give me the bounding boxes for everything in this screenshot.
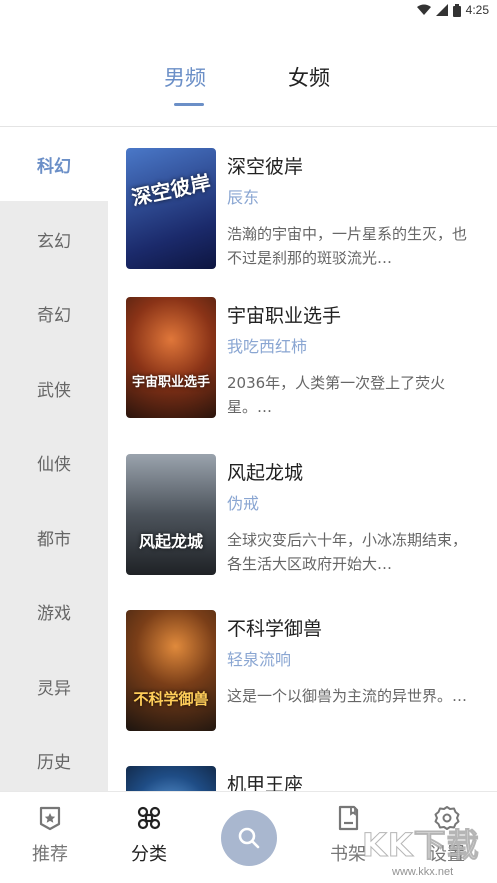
- book-description: 2036年，人类第一次登上了荧火星。…: [227, 374, 446, 416]
- category-item-wuxia[interactable]: 武侠: [0, 351, 108, 425]
- book-description: 全球灾变后六十年，小冰冻期结束，各生活大区政府开始大…: [227, 531, 468, 573]
- category-item-dushi[interactable]: 都市: [0, 500, 108, 574]
- cover-title: 风起龙城: [138, 532, 203, 551]
- category-item-xianxia[interactable]: 仙侠: [0, 425, 108, 499]
- nav-label: 分类: [131, 844, 167, 865]
- book-title: 机甲王座: [227, 774, 304, 791]
- gear-icon: [434, 806, 460, 830]
- category-item-xuanhuan[interactable]: 玄幻: [0, 202, 108, 276]
- active-tab-indicator: [174, 103, 204, 106]
- book-cover: 不科学御兽: [126, 610, 216, 731]
- book-title: 不科学御兽: [227, 618, 323, 640]
- cover-title: 不科学御兽: [133, 690, 209, 708]
- category-item-lishi[interactable]: 历史: [0, 723, 108, 797]
- book-author: 轻泉流响: [227, 650, 292, 669]
- gender-tabs: 男频 女频: [0, 62, 497, 110]
- book-cover: 风起龙城: [126, 454, 216, 575]
- battery-icon: [452, 3, 461, 17]
- book-cover: 宇宙职业选手: [126, 297, 216, 418]
- book-list: 深空彼岸 深空彼岸 辰东 浩瀚的宇宙中，一片星系的生灭，也不过是刹那的斑驳流光……: [108, 127, 497, 791]
- bottom-nav: 推荐 分类 书架 设置: [0, 791, 497, 883]
- search-button[interactable]: [221, 810, 277, 866]
- wifi-icon: [416, 4, 431, 15]
- book-item[interactable]: 宇宙职业选手 宇宙职业选手 我吃西红柿 2036年，人类第一次登上了荧火星。…: [126, 297, 486, 421]
- search-icon: [238, 827, 260, 849]
- book-item[interactable]: 不科学御兽 不科学御兽 轻泉流响 这是一个以御兽为主流的异世界。…: [126, 610, 486, 734]
- book-description: 这是一个以御兽为主流的异世界。…: [227, 687, 468, 705]
- tab-female[interactable]: 女频: [288, 62, 330, 92]
- nav-recommend[interactable]: 推荐: [15, 804, 85, 866]
- book-author: 我吃西红柿: [227, 337, 308, 356]
- bookshelf-icon: [338, 805, 359, 831]
- cover-title: 宇宙职业选手: [131, 375, 210, 390]
- book-author: 辰东: [227, 188, 260, 207]
- category-item-kehuan[interactable]: 科幻: [0, 127, 108, 201]
- book-item[interactable]: 机甲王座: [126, 766, 486, 791]
- book-cover: [126, 766, 216, 791]
- book-author: 伪戒: [227, 494, 260, 513]
- book-cover: 深空彼岸: [126, 148, 216, 269]
- book-description: 浩瀚的宇宙中，一片星系的生灭，也不过是刹那的斑驳流光…: [227, 225, 468, 267]
- book-item[interactable]: 深空彼岸 深空彼岸 辰东 浩瀚的宇宙中，一片星系的生灭，也不过是刹那的斑驳流光…: [126, 148, 486, 272]
- nav-category[interactable]: 分类: [114, 804, 184, 866]
- book-title: 风起龙城: [227, 462, 304, 484]
- command-grid-icon: [137, 806, 161, 830]
- book-item[interactable]: 风起龙城 风起龙城 伪戒 全球灾变后六十年，小冰冻期结束，各生活大区政府开始大…: [126, 454, 486, 578]
- book-title: 宇宙职业选手: [227, 305, 342, 327]
- nav-label: 书架: [330, 844, 366, 865]
- nav-bookshelf[interactable]: 书架: [313, 804, 383, 866]
- status-bar: 4:25: [0, 0, 497, 24]
- category-item-qihuan[interactable]: 奇幻: [0, 276, 108, 350]
- book-title: 深空彼岸: [227, 156, 304, 178]
- cover-title: 深空彼岸: [129, 169, 213, 211]
- category-item-lingyi[interactable]: 灵异: [0, 649, 108, 723]
- category-item-youxi[interactable]: 游戏: [0, 574, 108, 648]
- category-sidebar: 科幻 玄幻 奇幻 武侠 仙侠 都市 游戏 灵异 历史: [0, 127, 108, 791]
- status-icons: 4:25: [416, 3, 489, 17]
- status-time: 4:25: [465, 3, 489, 17]
- nav-label: 设置: [429, 844, 465, 865]
- nav-settings[interactable]: 设置: [412, 804, 482, 866]
- tab-male[interactable]: 男频: [164, 62, 206, 92]
- nav-label: 推荐: [32, 844, 68, 865]
- signal-icon: [435, 4, 448, 16]
- badge-star-icon: [39, 806, 61, 831]
